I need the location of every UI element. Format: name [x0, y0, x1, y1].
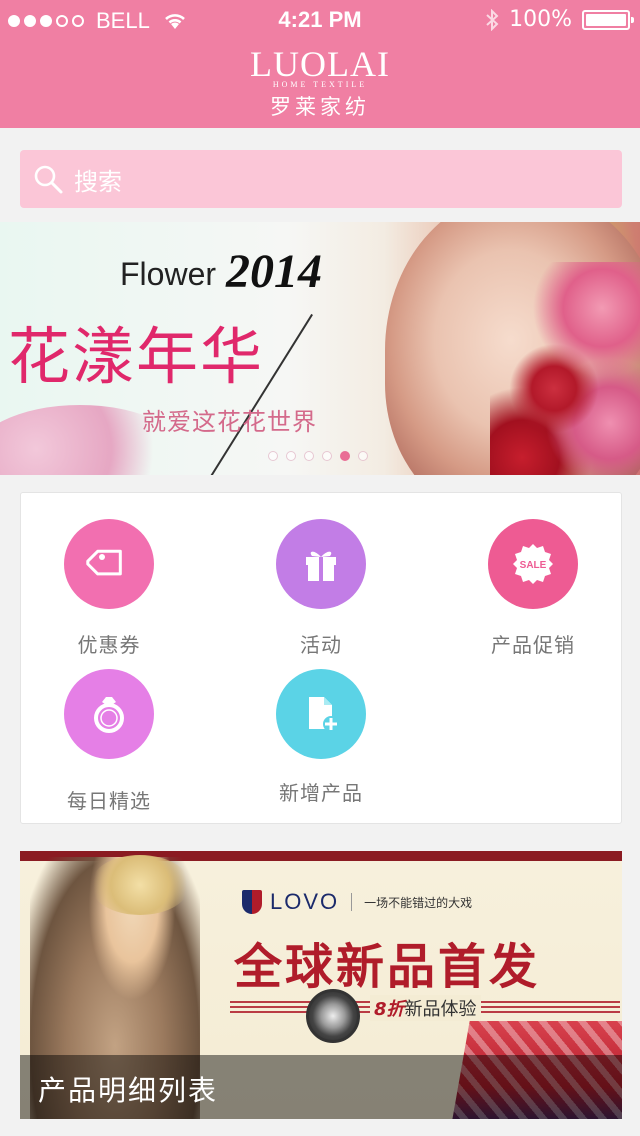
promo-caption: 产品明细列表 [38, 1074, 219, 1107]
offer-discount: 8折 [374, 999, 405, 1020]
page-dot[interactable] [286, 451, 296, 461]
page-dot[interactable] [268, 451, 278, 461]
hero-banner[interactable]: Flower 2014 花漾年华 就爱这花花世界 [0, 222, 640, 475]
sale-icon: SALE [513, 544, 553, 584]
promo-offer: 8折新品体验 [370, 995, 481, 1021]
bluetooth-icon [486, 8, 499, 31]
rose-decoration [490, 262, 640, 475]
daily-circle [64, 669, 154, 759]
event-circle [276, 519, 366, 609]
menu-item-daily-picks[interactable]: 每日精选 [19, 669, 199, 814]
menu-label-new-products: 新增产品 [279, 781, 363, 805]
menu-label-coupons: 优惠券 [77, 633, 141, 657]
search-bar[interactable]: 搜索 [20, 150, 622, 208]
divider [351, 893, 353, 911]
banner-year: 2014 [226, 245, 322, 298]
promo-headline: 全球新品首发 [234, 939, 541, 995]
brand-logo: LUOLAI HOME TEXTILE 罗莱家纺 [250, 46, 390, 121]
promo-banner[interactable]: LOVO 一场不能错过的大戏 全球新品首发 8折新品体验 产品明细列表 [20, 851, 622, 1119]
tag-icon [86, 549, 122, 576]
page-dot[interactable] [358, 451, 368, 461]
app-header: BELL 4:21 PM 100% LUOLAI HOME TEXTILE 罗莱… [0, 0, 640, 128]
menu-item-promotions[interactable]: SALE 产品促销 [443, 519, 623, 658]
promo-model-hair [90, 855, 190, 915]
page-dot[interactable] [304, 451, 314, 461]
menu-label-daily-picks: 每日精选 [67, 789, 151, 813]
logo-mark: LUOLAI [250, 44, 390, 84]
promotion-circle: SALE [488, 519, 578, 609]
gift-icon [306, 551, 336, 581]
battery-icon [582, 9, 634, 30]
menu-item-new-products[interactable]: 新增产品 [231, 669, 411, 806]
menu-item-events[interactable]: 活动 [231, 519, 411, 658]
banner-tagline: 就爱这花花世界 [142, 408, 317, 436]
promo-caption-bar[interactable]: 产品明细列表 [20, 1055, 622, 1119]
battery-percent: 100% [509, 7, 572, 32]
search-icon [34, 165, 63, 194]
coupon-circle [64, 519, 154, 609]
feature-grid: 优惠券 活动 SALE 产品促销 每日精选 新增产品 [20, 492, 622, 824]
film-reel-icon [306, 989, 360, 1043]
page-dot-active[interactable] [340, 451, 350, 461]
offer-text: 新品体验 [404, 999, 477, 1020]
lovo-slogan: 一场不能错过的大戏 [364, 895, 473, 910]
menu-label-events: 活动 [300, 633, 342, 657]
status-bar: BELL 4:21 PM 100% [0, 0, 640, 40]
search-placeholder: 搜索 [74, 167, 122, 196]
menu-label-promotions: 产品促销 [491, 633, 575, 657]
lovo-brand: LOVO 一场不能错过的大戏 [242, 889, 472, 915]
banner-title: 花漾年华 [8, 320, 265, 393]
lovo-brand-name: LOVO [270, 889, 340, 914]
new-product-circle [276, 669, 366, 759]
lovo-shield-icon [242, 890, 262, 914]
banner-word: Flower [120, 256, 217, 292]
new-document-icon [309, 697, 339, 732]
banner-pagination[interactable] [268, 451, 368, 461]
svg-text:SALE: SALE [520, 560, 547, 571]
ring-icon [94, 697, 124, 733]
logo-chinese-name: 罗莱家纺 [270, 95, 370, 119]
page-dot[interactable] [322, 451, 332, 461]
menu-item-coupons[interactable]: 优惠券 [19, 519, 199, 658]
